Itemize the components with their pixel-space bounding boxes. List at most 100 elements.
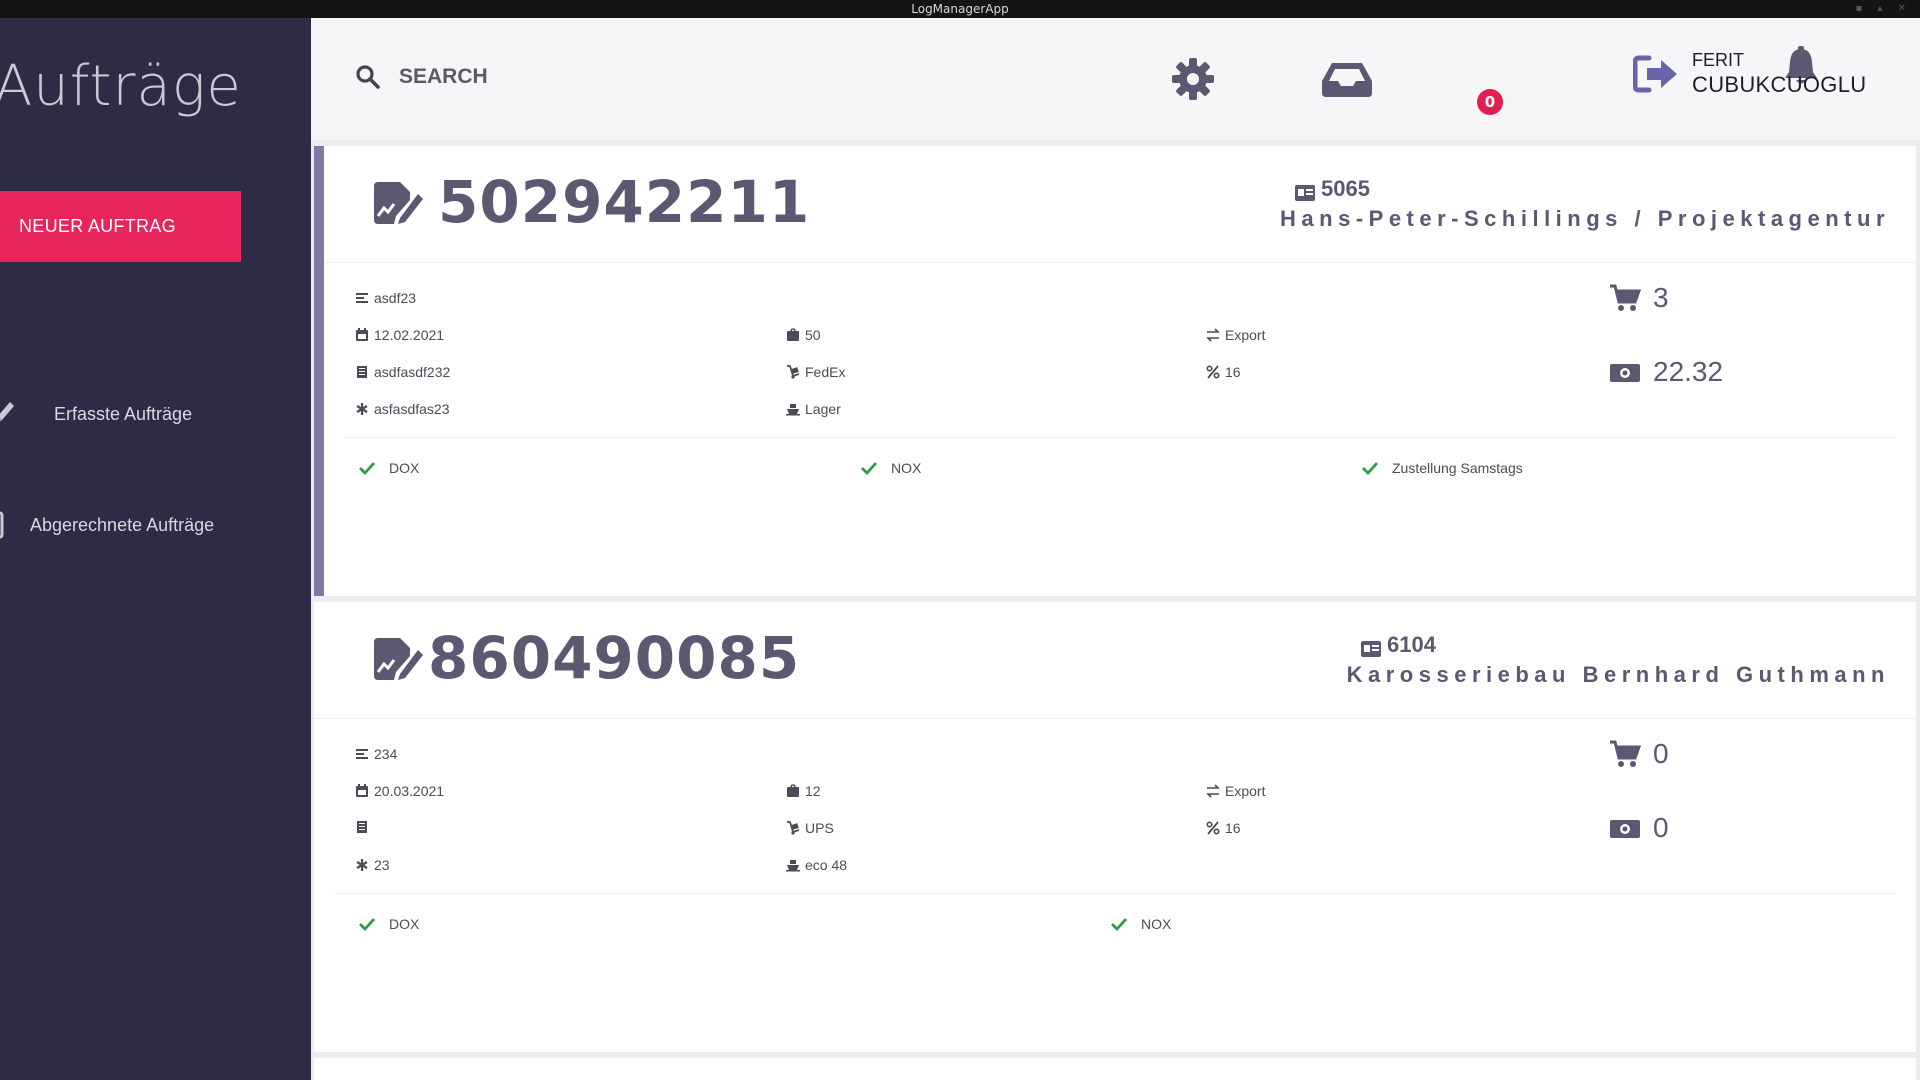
order-number: 860490085 [428, 624, 801, 692]
flag-label: NOX [1141, 916, 1172, 932]
type-field: Export [1206, 327, 1265, 343]
flag-item: Zustellung Samstags [1362, 460, 1523, 476]
card-divider [344, 437, 1896, 438]
cart-count-value: 0 [1653, 738, 1669, 769]
flag-item: NOX [861, 460, 921, 476]
amount-value: 0 [1653, 812, 1669, 843]
order-card[interactable]: 860490085 6104 Karosseriebau Bernhard Gu… [314, 602, 1916, 1052]
id-card-icon [1295, 185, 1315, 201]
reference-field: 234 [355, 746, 397, 762]
flag-item: DOX [359, 916, 419, 932]
weight-icon [787, 328, 799, 341]
location-field: Lager [786, 401, 841, 417]
id-card-icon [1361, 641, 1381, 657]
flag-label: Zustellung Samstags [1392, 460, 1523, 476]
weight-field: 12 [786, 783, 821, 799]
asterisk-icon [356, 403, 368, 415]
carrier-value: FedEx [805, 364, 846, 380]
money-bill-icon [1610, 820, 1640, 838]
carrier-field: FedEx [786, 364, 845, 380]
cart-count-value: 3 [1653, 282, 1669, 313]
sidebar-item-label: Abgerechnete Aufträge [30, 514, 215, 535]
date-value: 20.03.2021 [374, 783, 445, 799]
window-title: LogManagerApp [911, 2, 1009, 16]
tax-field: 16 [1206, 364, 1241, 380]
location-value: eco 48 [805, 857, 848, 873]
signature-icon [374, 182, 423, 224]
settings-button[interactable] [1165, 54, 1221, 104]
customer-name: Hans-Peter-Schillings / Projektagentur [1280, 206, 1890, 231]
misc-field: 23 [355, 857, 390, 873]
weight-field: 50 [786, 327, 821, 343]
reference-field: asdf23 [355, 290, 416, 306]
search-icon [356, 65, 380, 89]
barcode-icon [357, 366, 367, 378]
notification-count-badge: 0 [1477, 89, 1503, 115]
customer-name: Karosseriebau Bernhard Guthmann [1346, 662, 1890, 687]
date-value: 12.02.2021 [374, 327, 445, 343]
flag-label: DOX [389, 916, 420, 932]
misc-value: asfasdfas23 [374, 401, 450, 417]
sidebar-item-abgerechnete[interactable]: Abgerechnete Aufträge [0, 501, 311, 549]
check-icon [359, 918, 375, 931]
carrier-field: UPS [786, 820, 834, 836]
reference-value: asdf23 [374, 290, 417, 306]
shopping-cart-icon [1610, 740, 1641, 767]
asterisk-icon [356, 859, 368, 871]
sign-out-icon [1633, 55, 1677, 93]
check-icon [1362, 462, 1378, 475]
tax-value: 16 [1225, 820, 1241, 836]
signature-icon [374, 638, 423, 680]
amount-value: 22.32 [1653, 356, 1724, 387]
new-order-button[interactable]: NEUER AUFTRAG [0, 191, 241, 262]
search-input[interactable] [399, 60, 699, 94]
gear-icon [1172, 58, 1214, 100]
money-bill-icon [1610, 364, 1640, 382]
percent-icon [1206, 365, 1220, 379]
code-field [355, 820, 374, 834]
percent-icon [1206, 821, 1220, 835]
misc-field: asfasdfas23 [355, 401, 450, 417]
calendar-icon [356, 784, 368, 797]
exchange-icon [1206, 328, 1220, 342]
align-left-icon [356, 293, 368, 303]
pencil-icon [0, 402, 14, 422]
type-value: Export [1225, 783, 1266, 799]
align-left-icon [356, 749, 368, 759]
tax-field: 16 [1206, 820, 1241, 836]
calendar-icon [356, 328, 368, 341]
window-controls[interactable]: ▪ ▴ ✕ [1855, 0, 1912, 18]
amount: 0 [1609, 812, 1669, 844]
code-value: asdfasdf232 [374, 364, 451, 380]
location-value: Lager [805, 401, 841, 417]
amount: 22.32 [1609, 356, 1723, 388]
sidebar-item-label: Erfasste Aufträge [54, 403, 193, 424]
customer-id: 5065 [1321, 176, 1370, 201]
card-divider [334, 893, 1896, 894]
type-field: Export [1206, 783, 1265, 799]
sidebar: Aufträge NEUER AUFTRAG Erfasste Aufträge… [0, 18, 311, 1080]
flag-label: NOX [891, 460, 922, 476]
customer-id: 6104 [1387, 632, 1436, 657]
order-card[interactable]: 502942211 5065 Hans-Peter-Schillings / P… [314, 146, 1916, 596]
carrier-value: UPS [805, 820, 834, 836]
flag-item: DOX [359, 460, 419, 476]
user-first-name: FERIT [1692, 50, 1744, 70]
check-icon [861, 462, 877, 475]
flag-item: NOX [1111, 916, 1171, 932]
document-icon [0, 511, 4, 539]
tax-value: 16 [1225, 364, 1241, 380]
cart-count: 3 [1609, 282, 1669, 314]
date-field: 20.03.2021 [355, 783, 444, 799]
sidebar-item-erfasste[interactable]: Erfasste Aufträge [0, 390, 311, 438]
weight-icon [787, 784, 799, 797]
inbox-button[interactable] [1319, 54, 1375, 104]
flag-label: DOX [389, 460, 420, 476]
order-card[interactable] [314, 1058, 1916, 1080]
location-field: eco 48 [786, 857, 847, 873]
top-header: 0 FERIT CUBUKCUOGLU [311, 18, 1920, 140]
misc-value: 23 [374, 857, 390, 873]
ship-icon [786, 860, 800, 872]
dolly-icon [787, 821, 800, 835]
type-value: Export [1225, 327, 1266, 343]
